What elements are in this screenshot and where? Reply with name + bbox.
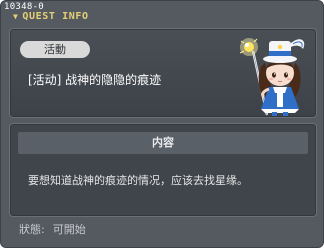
quest-details-panel: 内容 要想知道战神的痕迹的情况，应该去找星缘。 [9, 123, 317, 217]
status-value: 可開始 [52, 223, 86, 236]
window-title-text: QUEST INFO [22, 11, 89, 22]
quest-name: [活动] 战神的隐隐的痕迹 [28, 73, 162, 87]
title-arrow-icon: ▼ [13, 12, 19, 21]
quest-status: 狀態: 可開始 [19, 223, 94, 237]
quest-summary-panel: 活動 [活动] 战神的隐隐的痕迹 [9, 28, 317, 118]
section-header-content: 内容 [18, 132, 308, 154]
quest-category-tag: 活動 [20, 41, 90, 58]
status-label: 狀態: [19, 223, 45, 236]
npc-character-icon [239, 38, 305, 116]
quest-description: 要想知道战神的痕迹的情况，应该去找星缘。 [28, 174, 248, 187]
quest-info-window: 10348-0 ▼ QUEST INFO 活動 [活动] 战神的隐隐的痕迹 内容… [0, 0, 324, 248]
window-title: ▼ QUEST INFO [13, 11, 89, 23]
